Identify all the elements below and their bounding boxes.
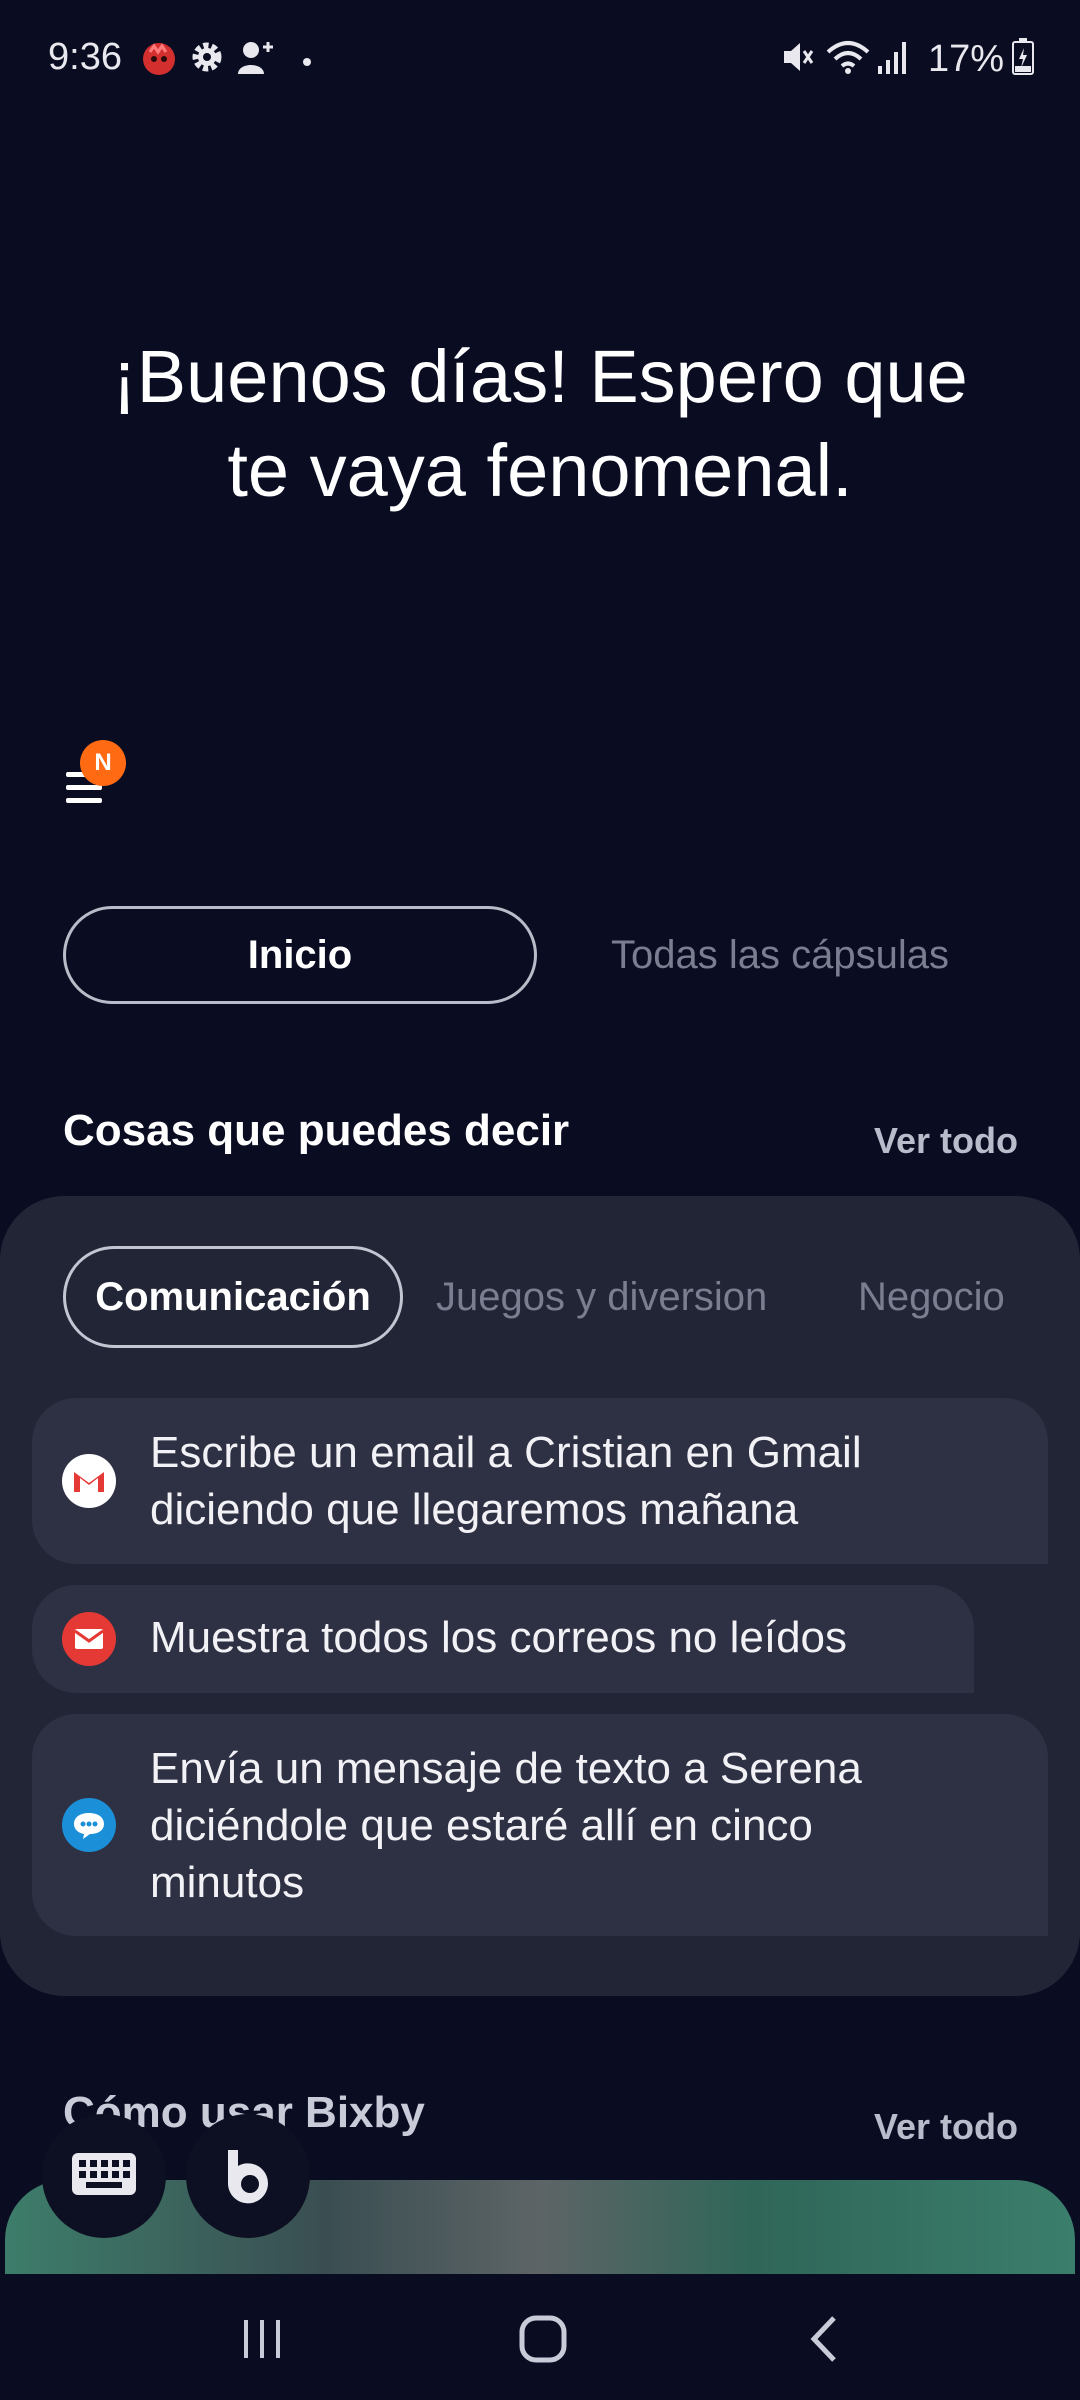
mute-icon bbox=[780, 38, 816, 81]
suggestion-line: Escribe un email a Cristian en Gmail bbox=[150, 1428, 862, 1477]
app-notification-icon bbox=[140, 38, 178, 81]
recent-apps-icon[interactable] bbox=[240, 2316, 286, 2367]
keyboard-button[interactable] bbox=[42, 2114, 166, 2238]
messages-icon bbox=[62, 1798, 116, 1852]
battery-percent: 17% bbox=[928, 38, 1005, 80]
email-icon bbox=[62, 1612, 116, 1666]
status-time: 9:36 bbox=[48, 36, 122, 78]
howto-banner[interactable] bbox=[5, 2180, 1075, 2280]
suggestion-item[interactable]: Escribe un email a Cristian en Gmail dic… bbox=[32, 1398, 1048, 1564]
wifi-icon bbox=[826, 38, 870, 81]
suggestion-item[interactable]: Envía un mensaje de texto a Serena dicié… bbox=[32, 1714, 1048, 1936]
bixby-button[interactable] bbox=[186, 2114, 310, 2238]
gmail-icon bbox=[62, 1454, 116, 1508]
suggestion-text: Envía un mensaje de texto a Serena dicié… bbox=[150, 1740, 862, 1911]
signal-icon bbox=[876, 38, 912, 81]
suggestion-line: Envía un mensaje de texto a Serena bbox=[150, 1744, 862, 1793]
greeting-line-1: ¡Buenos días! Espero que bbox=[112, 335, 968, 418]
suggestion-line: minutos bbox=[150, 1858, 305, 1907]
suggestion-text: Muestra todos los correos no leídos bbox=[150, 1613, 848, 1662]
suggestion-line: diciéndole que estaré allí en cinco bbox=[150, 1801, 813, 1850]
greeting-text: ¡Buenos días! Espero que te vaya fenomen… bbox=[60, 330, 1020, 518]
settings-icon bbox=[188, 38, 226, 81]
howto-see-all-link[interactable]: Ver todo bbox=[874, 2106, 1018, 2148]
suggestions-title: Cosas que puedes decir bbox=[63, 1106, 570, 1155]
navigation-bar bbox=[0, 2274, 1080, 2400]
tab-todas-las-capsulas[interactable]: Todas las cápsulas bbox=[560, 906, 1000, 1004]
keyboard-icon bbox=[71, 2152, 137, 2201]
greeting-line-2: te vaya fenomenal. bbox=[227, 429, 853, 512]
suggestion-line: diciendo que llegaremos mañana bbox=[150, 1485, 799, 1534]
battery-charging-icon bbox=[1012, 38, 1034, 81]
suggestion-item[interactable]: Muestra todos los correos no leídos bbox=[32, 1585, 974, 1693]
status-bar: 9:36 17% bbox=[0, 0, 1080, 120]
dot-icon bbox=[302, 54, 312, 72]
add-user-icon bbox=[236, 38, 278, 81]
back-icon[interactable] bbox=[804, 2314, 844, 2369]
tab-inicio[interactable]: Inicio bbox=[63, 906, 537, 1004]
home-icon[interactable] bbox=[518, 2314, 568, 2369]
suggestion-text: Escribe un email a Cristian en Gmail dic… bbox=[150, 1424, 862, 1538]
category-comunicacion[interactable]: Comunicación bbox=[63, 1246, 403, 1348]
bixby-icon bbox=[218, 2144, 278, 2209]
category-juegos[interactable]: Juegos y diversion bbox=[436, 1246, 767, 1348]
suggestions-see-all-link[interactable]: Ver todo bbox=[874, 1120, 1018, 1162]
new-badge: N bbox=[80, 740, 126, 786]
category-negocio[interactable]: Negocio bbox=[858, 1246, 1005, 1348]
